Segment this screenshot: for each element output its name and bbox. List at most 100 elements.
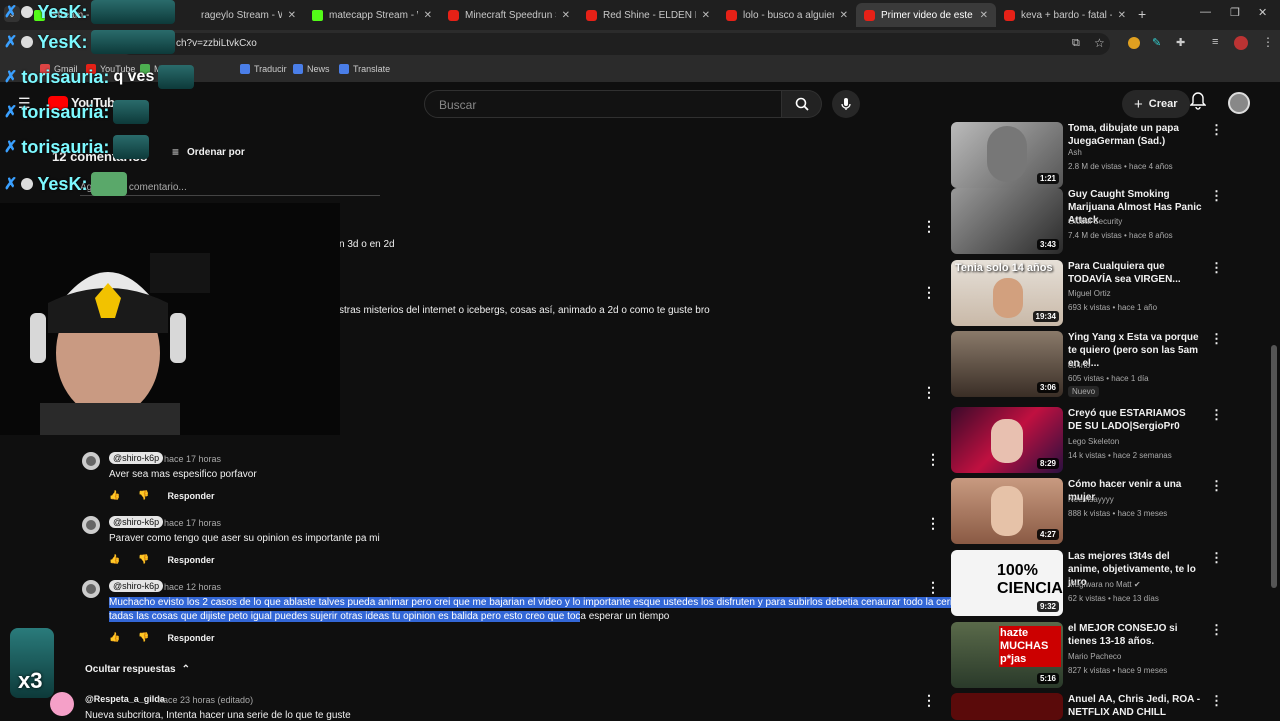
video-channel[interactable]: cu4rto [1068,361,1090,370]
video-thumbnail[interactable]: 100% CIENCIA 9:32 [951,550,1063,616]
browser-tab[interactable]: lolo - busco a alguien q m✕ [718,3,856,27]
close-window-icon[interactable]: ✕ [1258,6,1267,19]
video-menu-icon[interactable]: ⋮ [1210,407,1223,423]
video-menu-icon[interactable]: ⋮ [1210,122,1223,138]
close-tab-icon[interactable]: ✕ [702,10,710,21]
comment-time[interactable]: hace 17 horas [164,454,221,464]
close-tab-icon[interactable]: ✕ [288,10,296,21]
notifications-bell-icon[interactable] [1189,92,1207,115]
dislike-icon[interactable]: 👎 [138,554,149,565]
video-title[interactable]: Para Cualquiera que TODAVÍA sea VIRGEN..… [1068,260,1202,286]
bookmark-star-icon[interactable]: ☆ [1094,36,1105,50]
video-card[interactable]: 1:21 Toma, dibujate un papa JuegaGerman … [950,122,1270,188]
close-tab-icon[interactable]: ✕ [840,10,848,21]
extension-icon[interactable]: ✎ [1152,36,1161,49]
video-menu-icon[interactable]: ⋮ [1210,331,1223,347]
media-controls-icon[interactable]: ≡ [1212,36,1218,48]
comment-author[interactable]: @shiro-k6p [109,516,164,528]
comment-menu-icon[interactable]: ⋮ [922,218,936,235]
comment-menu-icon[interactable]: ⋮ [926,579,940,596]
extension-icon[interactable] [1128,37,1140,49]
video-channel[interactable]: Mugiwara no Matt ✔ [1068,580,1141,589]
comment-author[interactable]: @Respeta_a_gilda [85,694,165,704]
video-menu-icon[interactable]: ⋮ [1210,622,1223,638]
avatar[interactable] [82,516,100,534]
video-channel[interactable]: Neemsayyyy [1068,495,1114,504]
close-tab-icon[interactable]: ✕ [980,10,988,21]
close-tab-icon[interactable]: ✕ [562,10,570,21]
avatar[interactable] [82,580,100,598]
comment-time[interactable]: hace 12 horas [164,582,221,592]
video-card[interactable]: 3:43 Guy Caught Smoking Marijuana Almost… [950,188,1270,254]
video-thumbnail[interactable] [951,693,1063,720]
avatar[interactable] [82,452,100,470]
video-card[interactable]: 100% CIENCIA 9:32 Las mejores t3t4s del a… [950,550,1270,616]
search-input[interactable]: Buscar [424,90,782,118]
close-tab-icon[interactable]: ✕ [424,10,432,21]
video-card[interactable]: Tenia solo 14 años 19:34 Para Cualquiera … [950,260,1270,326]
reply-button[interactable]: Responder [167,555,214,565]
video-thumbnail[interactable]: 3:06 [951,331,1063,397]
video-channel[interactable]: Global Security [1068,217,1122,226]
close-tab-icon[interactable]: ✕ [1118,10,1126,21]
video-title[interactable]: Creyó que ESTARIAMOS DE SU LADO|SergioPr… [1068,407,1202,433]
video-title[interactable]: el MEJOR CONSEJO si tienes 13-18 años. [1068,622,1202,648]
avatar[interactable] [50,692,74,716]
browser-tab[interactable]: Red Shine - ELDEN RING✕ [578,3,718,27]
video-channel[interactable]: Miguel Ortiz [1068,289,1111,298]
video-menu-icon[interactable]: ⋮ [1210,478,1223,494]
video-thumbnail[interactable]: Tenia solo 14 años 19:34 [951,260,1063,326]
hide-replies-button[interactable]: Ocultar respuestas ⌃ [85,664,190,675]
dislike-icon[interactable]: 👎 [138,490,149,501]
reply-button[interactable]: Responder [167,491,214,501]
comment-menu-icon[interactable]: ⋮ [922,692,936,709]
comment-menu-icon[interactable]: ⋮ [922,384,936,401]
like-icon[interactable]: 👍 [109,632,120,643]
video-title[interactable]: Anuel AA, Chris Jedi, ROA - NETFLIX AND … [1068,693,1202,719]
video-thumbnail[interactable]: hazte MUCHAS p*jas 5:16 [951,622,1063,688]
create-button[interactable]: + Crear [1122,90,1190,118]
video-card[interactable]: 4:27 Cómo hacer venir a una mujer Neemsa… [950,478,1270,544]
voice-search-button[interactable] [832,90,860,118]
minimize-icon[interactable]: — [1200,6,1211,18]
video-menu-icon[interactable]: ⋮ [1210,188,1223,204]
comment-time[interactable]: hace 17 horas [164,518,221,528]
profile-icon[interactable] [1234,36,1248,50]
video-card[interactable]: 8:29 Creyó que ESTARIAMOS DE SU LADO|Ser… [950,407,1270,473]
video-menu-icon[interactable]: ⋮ [1210,260,1223,276]
install-icon[interactable]: ⧉ [1072,37,1080,50]
user-avatar[interactable] [1228,92,1250,114]
comment-author[interactable]: @shiro-k6p [109,580,164,592]
browser-tab-active[interactable]: Primer video de este pers✕ [856,3,996,27]
new-tab-icon[interactable]: + [1138,6,1146,22]
video-menu-icon[interactable]: ⋮ [1210,550,1223,566]
menu-icon[interactable]: ⋮ [1262,35,1274,49]
video-title[interactable]: Toma, dibujate un papa JuegaGerman (Sad.… [1068,122,1202,148]
video-thumbnail[interactable]: 3:43 [951,188,1063,254]
like-icon[interactable]: 👍 [109,554,120,565]
bookmark-translate[interactable]: Translate [339,64,390,74]
video-card[interactable]: hazte MUCHAS p*jas 5:16 el MEJOR CONSEJO … [950,622,1270,688]
scrollbar-thumb[interactable] [1271,345,1277,588]
comment-author[interactable]: @shiro-k6p [109,452,164,464]
video-thumbnail[interactable]: 8:29 [951,407,1063,473]
like-icon[interactable]: 👍 [109,490,120,501]
search-button[interactable] [782,90,822,118]
video-card[interactable]: Anuel AA, Chris Jedi, ROA - NETFLIX AND … [950,693,1270,720]
video-card[interactable]: 3:06 Ying Yang x Esta va porque te quier… [950,331,1270,397]
video-channel[interactable]: Mario Pacheco [1068,652,1121,661]
maximize-icon[interactable]: ❐ [1230,6,1240,19]
video-thumbnail[interactable]: 4:27 [951,478,1063,544]
browser-tab[interactable]: Minecraft Speedrun Setup✕ [440,3,578,27]
comment-menu-icon[interactable]: ⋮ [926,451,940,468]
reply-button[interactable]: Responder [167,633,214,643]
video-channel[interactable]: Lego Skeleton [1068,437,1119,446]
comment-time[interactable]: hace 23 horas (editado) [158,695,253,705]
comment-menu-icon[interactable]: ⋮ [926,515,940,532]
extensions-puzzle-icon[interactable]: ✚ [1176,36,1185,49]
browser-tab[interactable]: matecapp Stream - Watch✕ [304,3,440,27]
dislike-icon[interactable]: 👎 [138,632,149,643]
video-thumbnail[interactable]: 1:21 [951,122,1063,188]
comment-menu-icon[interactable]: ⋮ [922,284,936,301]
bookmark-news[interactable]: News [293,64,330,74]
